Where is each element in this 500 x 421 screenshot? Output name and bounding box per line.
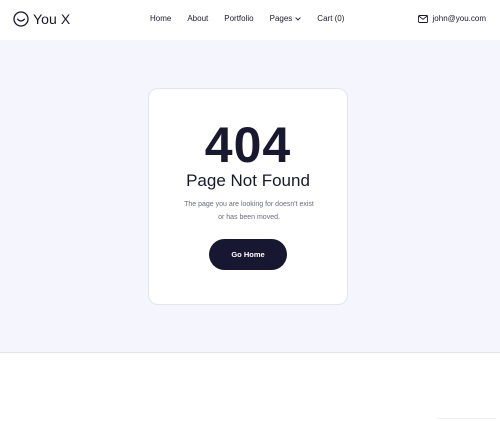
brand-logo-link[interactable]: You X [13,11,70,27]
email-link[interactable]: john@you.com [417,14,486,23]
error-message-line-2: or has been moved. [218,214,280,221]
email-address: john@you.com [432,14,486,23]
main-nav: Home About Portfolio Pages Cart (0) [150,14,344,23]
error-section: 404 Page Not Found The page you are look… [0,40,500,353]
site-header: You X Home About Portfolio Pages Cart (0… [0,0,500,40]
go-home-button[interactable]: Go Home [209,239,287,270]
nav-item-pages[interactable]: Pages [270,14,302,23]
nav-item-pages-label: Pages [269,14,293,23]
page-footer-area [0,354,500,421]
nav-item-home[interactable]: Home [150,14,171,23]
nav-item-cart[interactable]: Cart (0) [317,14,344,23]
error-title: Page Not Found [186,171,310,190]
chevron-down-icon [295,16,302,21]
error-code: 404 [204,117,292,173]
error-card: 404 Page Not Found The page you are look… [148,88,348,305]
nav-item-about[interactable]: About [187,14,208,23]
brand-name: You X [33,11,71,27]
error-message-line-1: The page you are looking for doesn't exi… [184,201,314,208]
mail-icon [417,14,428,23]
smile-circle-icon [13,11,29,27]
nav-item-portfolio[interactable]: Portfolio [224,14,253,23]
error-message: The page you are looking for doesn't exi… [169,198,329,224]
